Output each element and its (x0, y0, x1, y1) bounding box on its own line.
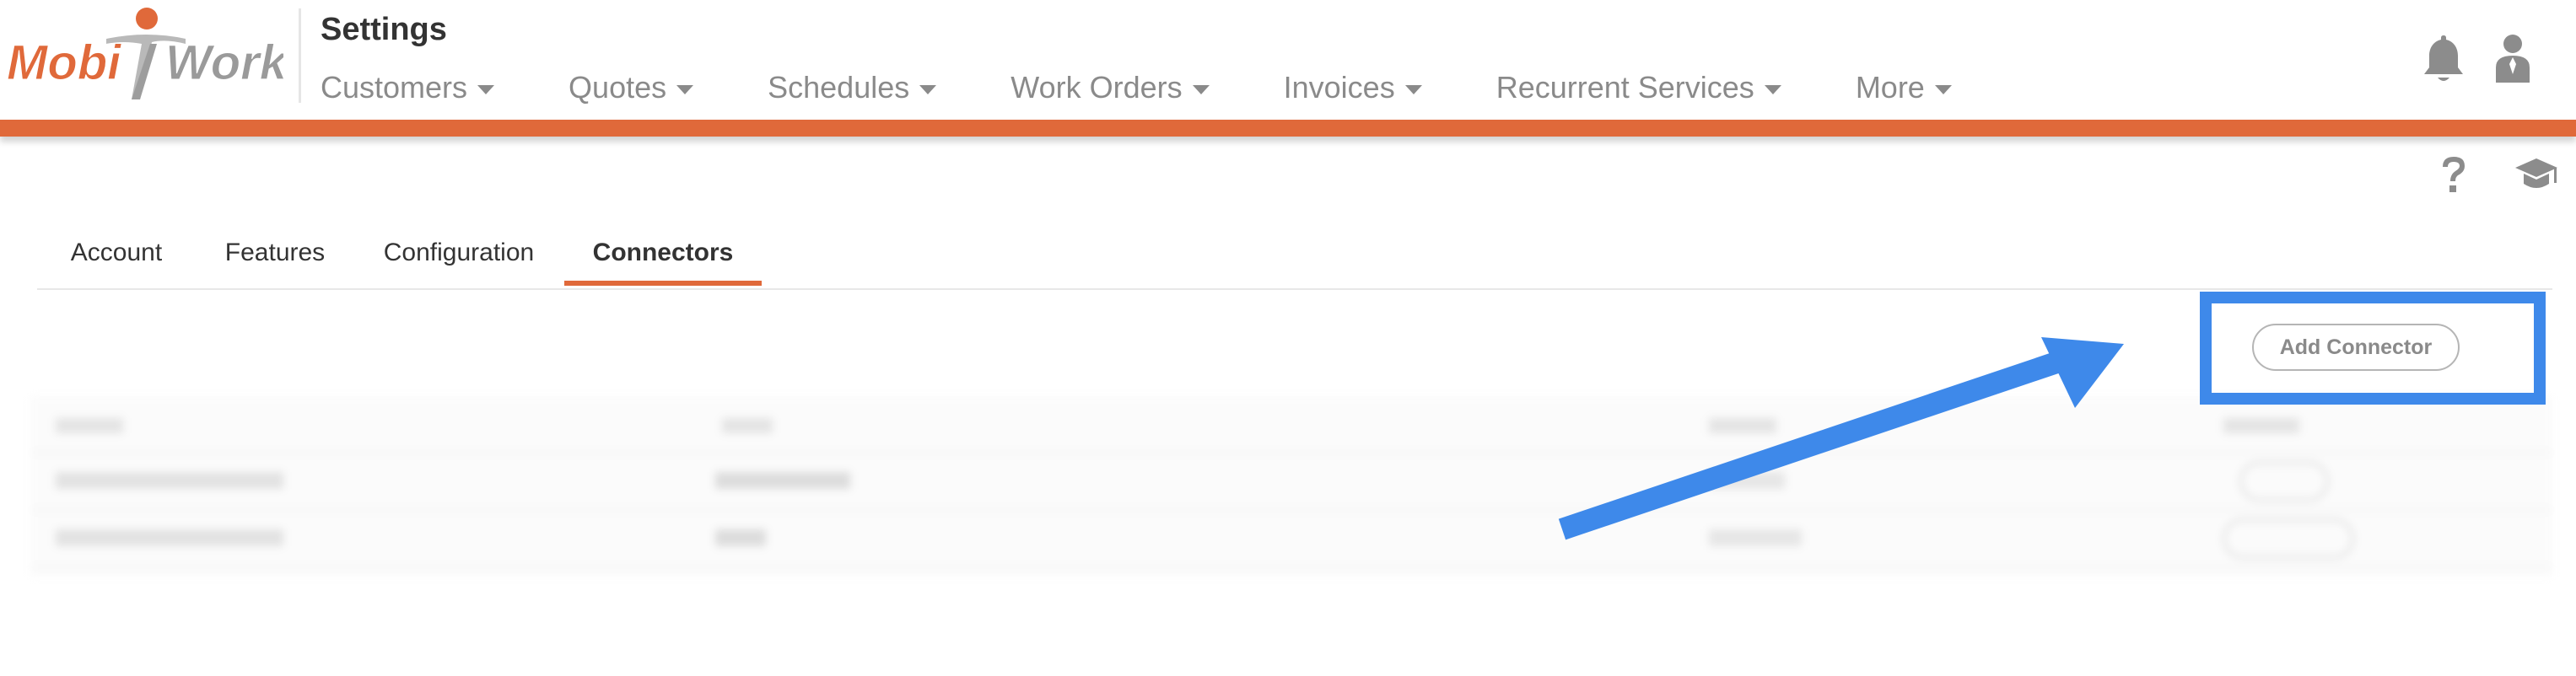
nav-schedules[interactable]: Schedules (768, 70, 937, 105)
row-action-button[interactable] (2240, 462, 2328, 501)
main-nav: Customers Quotes Schedules Work Orders I… (321, 67, 1952, 108)
active-tab-indicator (564, 281, 762, 286)
tab-label: Features (224, 239, 326, 266)
table-row[interactable] (30, 511, 2552, 568)
table-header-cell (2223, 418, 2299, 433)
nav-work-orders[interactable]: Work Orders (1010, 70, 1210, 105)
tab-label: Account (70, 239, 163, 266)
table-row[interactable] (30, 453, 2552, 511)
graduation-cap-icon[interactable] (2514, 157, 2559, 192)
svg-text:Mobi: Mobi (7, 35, 122, 90)
add-connector-button[interactable]: Add Connector (2252, 324, 2460, 371)
nav-customers[interactable]: Customers (321, 70, 495, 105)
row-action-button[interactable] (2223, 519, 2353, 558)
tab-connectors[interactable]: Connectors (564, 221, 762, 285)
tab-label: Configuration (383, 239, 535, 266)
tab-label: Connectors (592, 239, 734, 266)
nav-label: Quotes (569, 70, 667, 105)
logo-divider (299, 8, 301, 103)
table-cell (1709, 472, 1785, 489)
tab-account[interactable]: Account (37, 221, 196, 285)
table-header-cell (722, 418, 773, 433)
caret-down-icon (477, 84, 495, 94)
table-header-row (30, 396, 2552, 453)
brand-accent-bar (0, 120, 2576, 137)
nav-invoices[interactable]: Invoices (1284, 70, 1422, 105)
nav-label: Invoices (1283, 70, 1395, 105)
nav-label: Recurrent Services (1495, 70, 1754, 105)
table-cell (715, 529, 766, 546)
caret-down-icon (1404, 84, 1422, 94)
nav-more[interactable]: More (1856, 70, 1952, 105)
nav-label: More (1855, 70, 1925, 105)
top-header: Mobi Work Settings Customers Quotes Sche… (0, 0, 2576, 123)
table-header-cell (1709, 418, 1776, 433)
connectors-table (30, 396, 2552, 577)
table-cell (715, 472, 850, 489)
page-title: Settings (321, 12, 447, 47)
bell-icon[interactable] (2421, 32, 2466, 84)
caret-down-icon (1934, 84, 1952, 94)
table-cell (1709, 529, 1802, 546)
nav-quotes[interactable]: Quotes (569, 70, 694, 105)
caret-down-icon (1764, 84, 1781, 94)
nav-recurrent-services[interactable]: Recurrent Services (1496, 70, 1781, 105)
settings-tabs: Account Features Configuration Connector… (37, 221, 2552, 290)
tab-configuration[interactable]: Configuration (358, 221, 560, 285)
mobiwork-logo[interactable]: Mobi Work (5, 5, 283, 103)
question-icon[interactable] (2439, 155, 2468, 194)
user-icon[interactable] (2492, 32, 2533, 84)
table-header-cell (56, 418, 123, 433)
caret-down-icon (919, 84, 937, 94)
nav-label: Customers (321, 70, 468, 105)
tab-features[interactable]: Features (202, 221, 348, 285)
table-cell (56, 472, 283, 489)
nav-label: Work Orders (1010, 70, 1183, 105)
table-cell (56, 529, 283, 546)
caret-down-icon (1192, 84, 1210, 94)
caret-down-icon (676, 84, 694, 94)
nav-label: Schedules (768, 70, 910, 105)
svg-text:Work: Work (165, 35, 283, 90)
